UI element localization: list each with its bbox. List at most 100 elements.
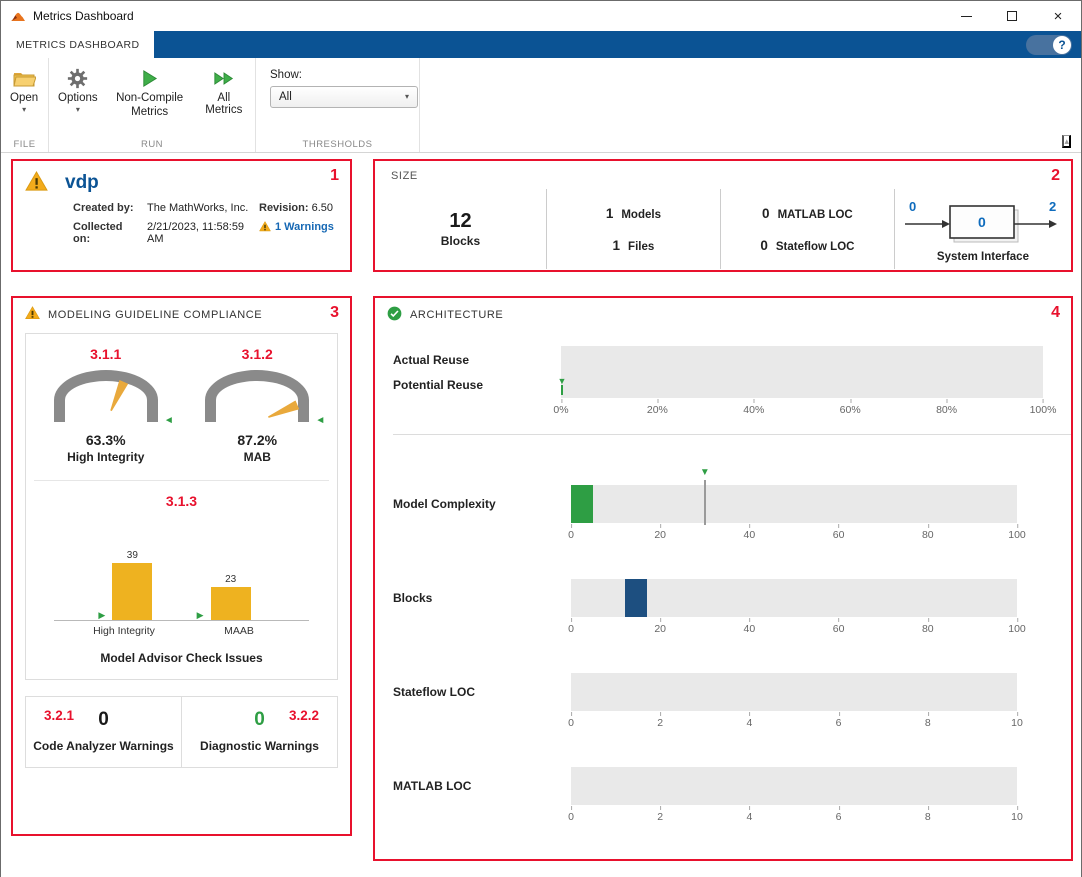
maximize-button[interactable] [989,1,1035,31]
files-label: Files [628,241,654,253]
metric-axis: 020406080100 [571,621,1017,638]
open-button[interactable]: Open ▾ [3,63,45,117]
blocks-bar[interactable] [571,579,1017,617]
gauge-label: High Integrity [35,450,177,464]
card-id: 3.2.2 [289,708,319,723]
revision: Revision: 6.50 [259,202,338,214]
check-circle-icon [387,306,402,324]
bar-value: 39 [127,550,138,561]
compliance-card: 3.1.1 ◄ 63.3% High Integrity 3.1.2 [25,333,338,680]
axis-tick-label: 8 [925,717,931,729]
warnings-link-text: 1 Warnings [275,221,334,245]
reuse-bar[interactable]: ▼ [561,346,1043,398]
marker-triangle-icon: ▼ [558,377,567,386]
models-metric[interactable]: 1 Models [606,206,661,221]
all-metrics-button[interactable]: All Metrics [195,63,253,119]
tab-metrics-dashboard[interactable]: METRICS DASHBOARD [1,31,154,58]
mab-gauge[interactable]: 3.1.2 ◄ 87.2% MAB [186,346,328,464]
matlab-loc-row: MATLAB LOC 0246810 [393,767,1071,826]
model-complexity-bar[interactable]: ▼ [571,485,1017,523]
stateflow-loc-bar[interactable] [571,673,1017,711]
stateflow-loc-metric[interactable]: 0 Stateflow LOC [760,238,854,253]
interface-input-count: 0 [909,199,916,214]
gauge-id: 3.1.2 [186,346,328,362]
axis-tick-label: 100 [1008,623,1026,635]
high-integrity-bar[interactable]: 39 ▶ [112,550,152,620]
card-id: 3.2.1 [44,708,74,723]
divider [34,480,329,481]
system-interface-label: System Interface [937,251,1029,263]
window-title: Metrics Dashboard [33,9,134,23]
marker-triangle-icon: ▼ [700,468,710,478]
blocks-metric[interactable]: 12 Blocks [375,189,547,269]
gauge-label: MAB [186,450,328,464]
size-region: 2 SIZE 12 Blocks 1 Models 1 Files [373,159,1073,272]
toolstrip-section-file: Open ▾ FILE [1,58,49,152]
reuse-axis: 0%20%40%60%80%100% [561,402,1043,419]
annotation-badge-1: 1 [330,168,339,184]
help-button[interactable]: ? [1026,35,1072,55]
model-summary-region: 1 vdp Created by: The MathWorks, Inc. Re… [11,159,352,272]
window-controls: × [943,1,1081,31]
maab-bar[interactable]: 23 ▶ [211,574,251,620]
matlab-loc-bar[interactable] [571,767,1017,805]
show-dropdown[interactable]: All ▾ [270,86,418,108]
size-title: SIZE [391,170,418,182]
toolstrip-section-thresholds: Show: All ▾ THRESHOLDS [256,58,420,152]
matlab-loc-value: 0 [762,206,770,221]
blocks-row: Blocks 020406080100 [393,579,1071,638]
diagnostic-warnings-card[interactable]: 3.2.2 0 Diagnostic Warnings [182,696,338,768]
revision-label: Revision: [259,202,309,214]
minimize-button[interactable] [943,1,989,31]
toolstrip: Open ▾ FILE [1,58,1081,153]
gauge-value: 87.2% [186,432,328,448]
warning-icon [25,306,40,323]
reuse-widget: Actual Reuse Potential Reuse ▼ 0%20%40%6… [393,346,1071,419]
matlab-loc-label: MATLAB LOC [778,209,853,221]
bar-chart-title: Model Advisor Check Issues [30,651,333,665]
revision-value: 6.50 [312,202,333,214]
bar-threshold-marker-icon: ▶ [98,611,105,620]
axis-tick-label: 10 [1011,717,1023,729]
open-label: Open [10,92,38,104]
high-integrity-gauge[interactable]: 3.1.1 ◄ 63.3% High Integrity [35,346,177,464]
system-interface-widget[interactable]: 0 0 2 System Interface [895,189,1071,269]
reuse-marker: ▼ [561,385,563,395]
chevron-down-icon: ▾ [22,106,26,114]
model-complexity-row: Model Complexity ▼ 020406080100 [393,485,1071,544]
files-metric[interactable]: 1 Files [606,238,661,253]
axis-tick-label: 40% [743,404,764,416]
gauge-value: 63.3% [35,432,177,448]
chevron-down-icon: ▾ [405,93,409,101]
close-button[interactable]: × [1035,1,1081,31]
matlab-logo-icon [10,8,26,24]
annotation-badge-3: 3 [330,305,339,321]
blocks-label: Blocks [441,234,480,248]
axis-tick-label: 20 [654,529,666,541]
dashboard-main: 1 vdp Created by: The MathWorks, Inc. Re… [1,153,1081,877]
axis-tick-label: 0 [568,811,574,823]
code-analyzer-warnings-card[interactable]: 3.2.1 0 Code Analyzer Warnings [25,696,182,768]
metric-label: Model Complexity [393,485,561,544]
warnings-link[interactable]: 1 Warnings [259,221,335,245]
section-label-run: RUN [49,139,255,150]
collapse-toolstrip-button[interactable]: ▴ [1062,135,1071,148]
axis-tick-label: 2 [657,811,663,823]
minimize-icon [961,16,972,17]
options-button[interactable]: Options ▾ [51,63,105,117]
non-compile-metrics-button[interactable]: Non-Compile Metrics [105,63,195,123]
metric-label: MATLAB LOC [393,767,561,826]
title-bar: Metrics Dashboard × [1,1,1081,31]
architecture-title: ARCHITECTURE [410,309,503,321]
axis-tick-label: 100% [1030,404,1057,416]
divider [393,434,1071,435]
section-label-file: FILE [1,139,48,150]
axis-tick-label: 100 [1008,529,1026,541]
run-play-icon [140,66,159,90]
interface-block-value: 0 [978,214,986,230]
gauge-threshold-marker-icon: ◄ [164,416,174,426]
bar [112,563,152,620]
bar-section-id: 3.1.3 [30,493,333,509]
matlab-loc-metric[interactable]: 0 MATLAB LOC [760,206,854,221]
axis-tick-label: 80 [922,623,934,635]
